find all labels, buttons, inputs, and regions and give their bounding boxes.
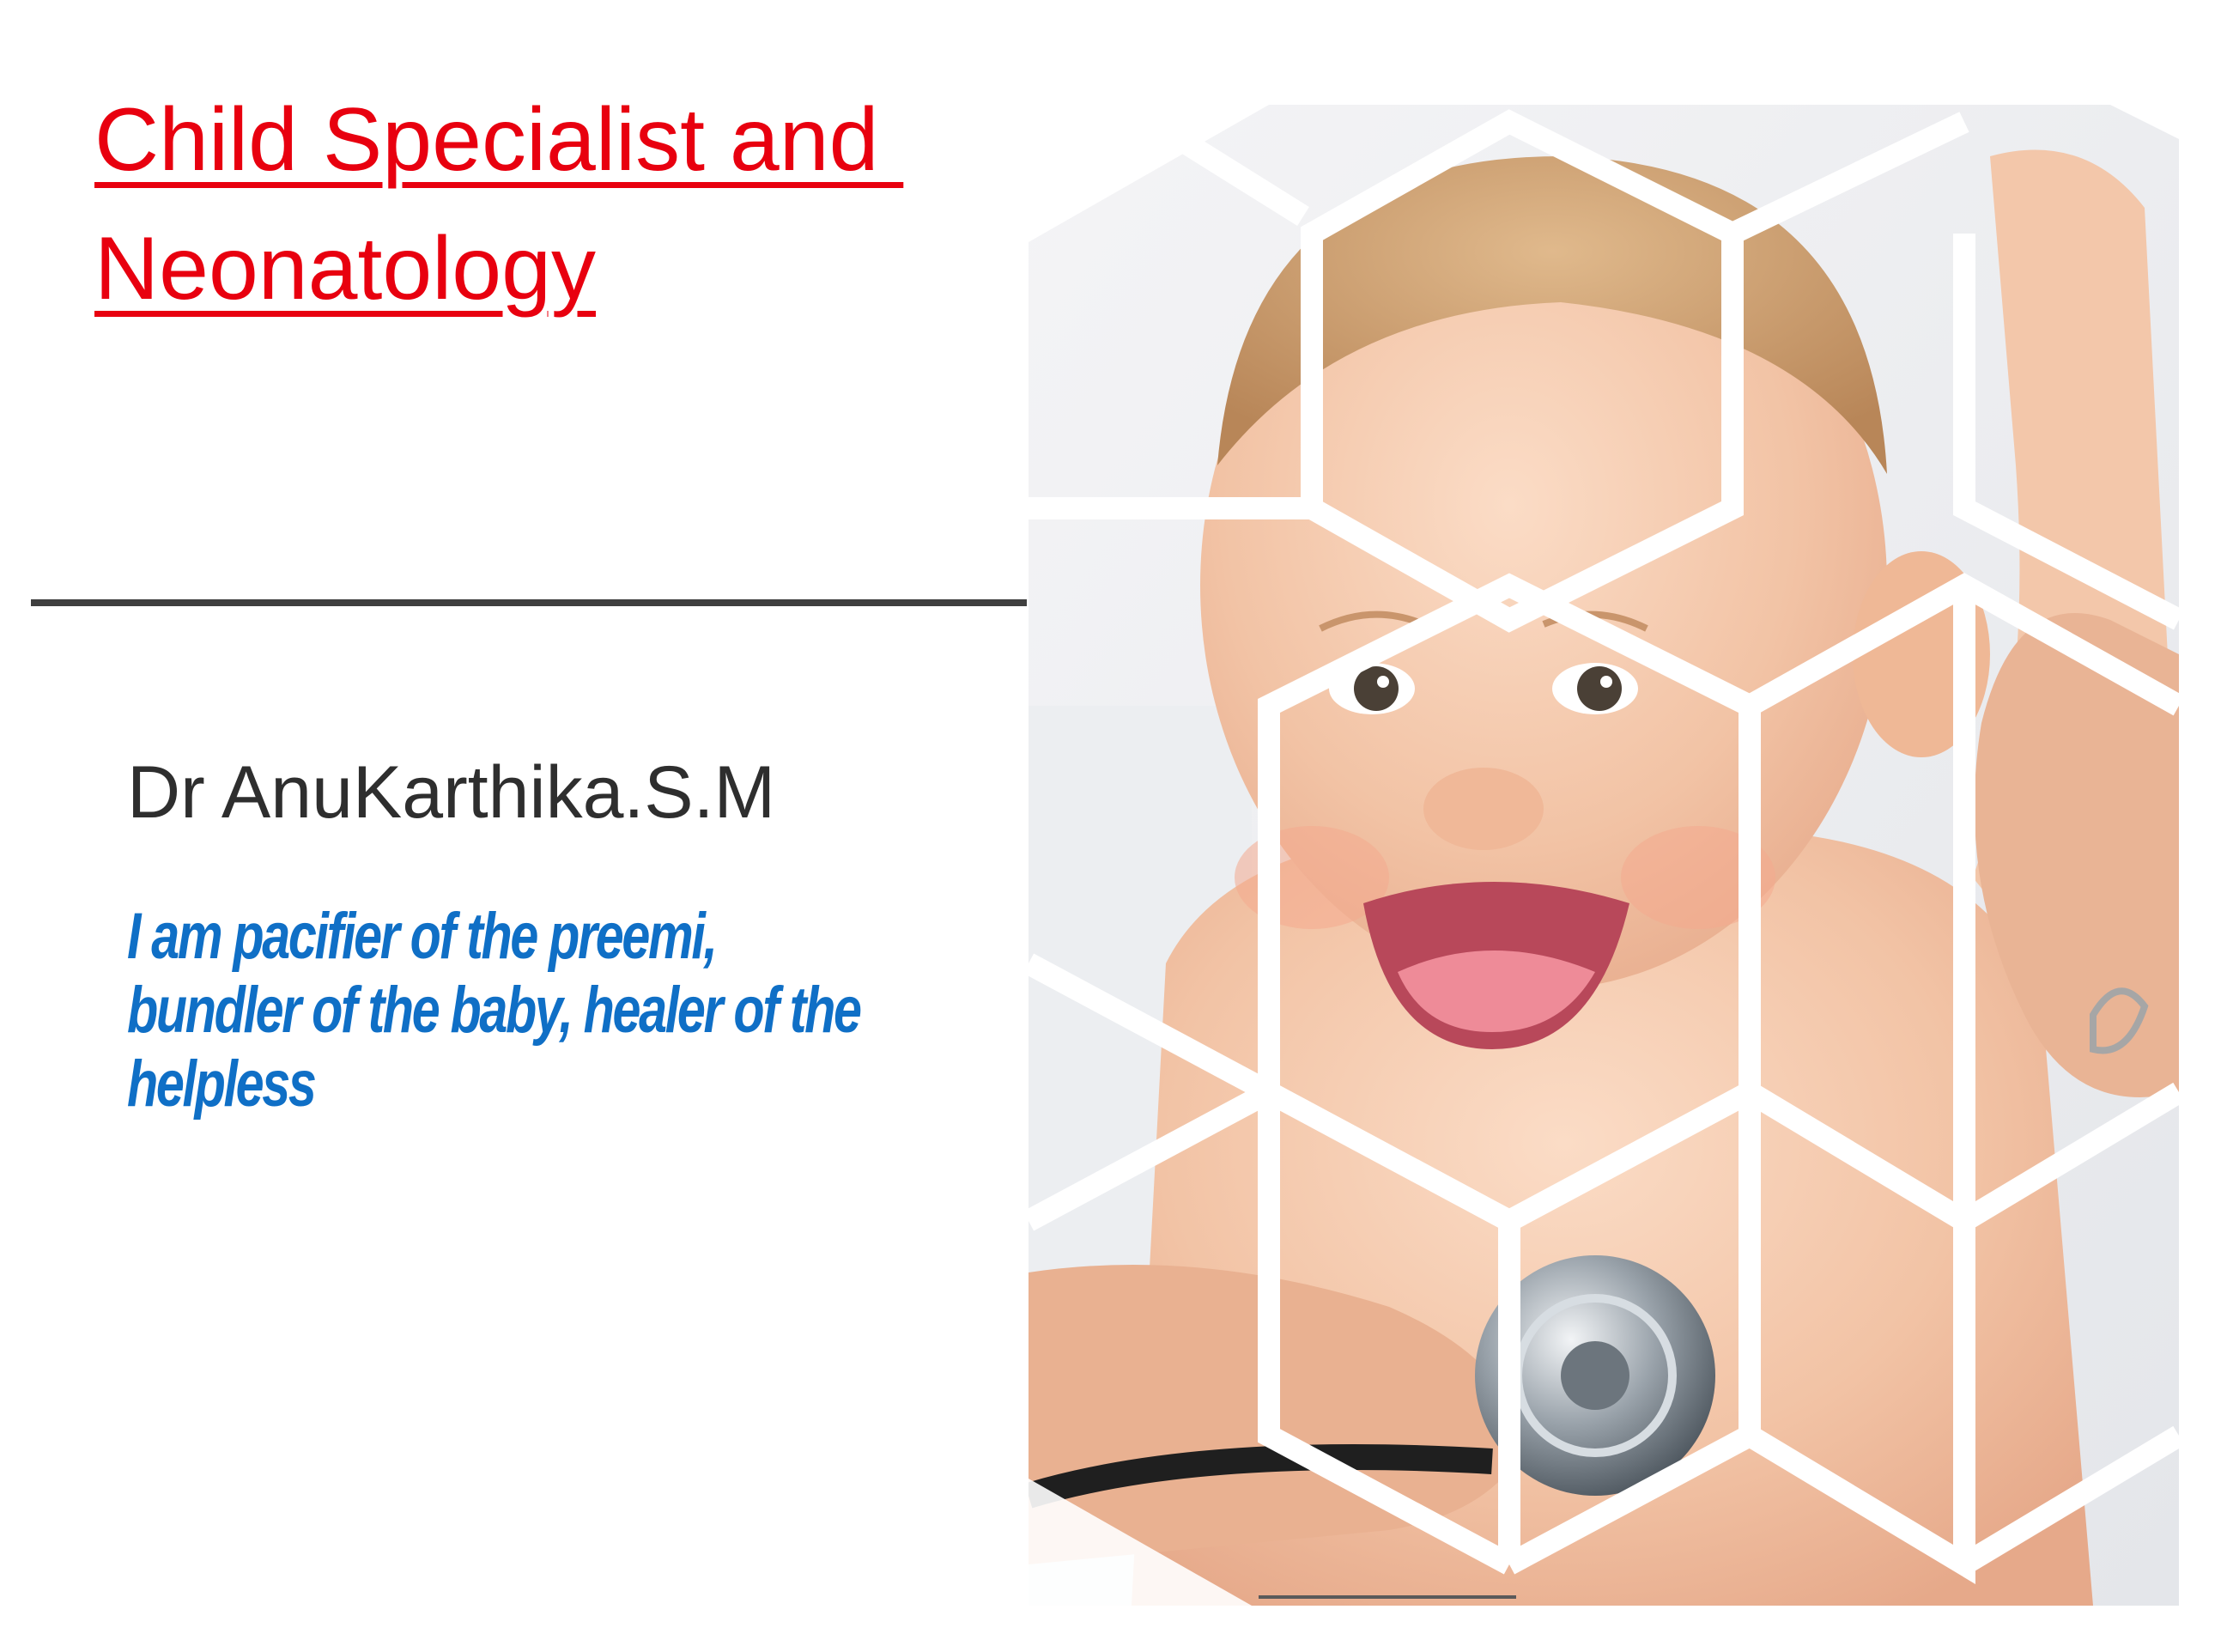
horizontal-divider <box>31 599 1027 606</box>
slide-title-line-2: Neonatology <box>94 219 596 319</box>
baby-nose <box>1423 768 1544 850</box>
baby-stethoscope-photo <box>1029 105 2179 1606</box>
bottom-rule <box>1259 1595 1516 1599</box>
slide-title: Child Specialist and Neonatology <box>94 76 996 333</box>
doctor-name: Dr AnuKarthika.S.M <box>127 751 776 834</box>
slide: Child Specialist and Neonatology Dr AnuK… <box>0 0 2227 1652</box>
tagline: I am pacifier of the preemi, bundler of … <box>127 900 862 1121</box>
slide-title-line-1: Child Specialist and <box>94 90 904 190</box>
